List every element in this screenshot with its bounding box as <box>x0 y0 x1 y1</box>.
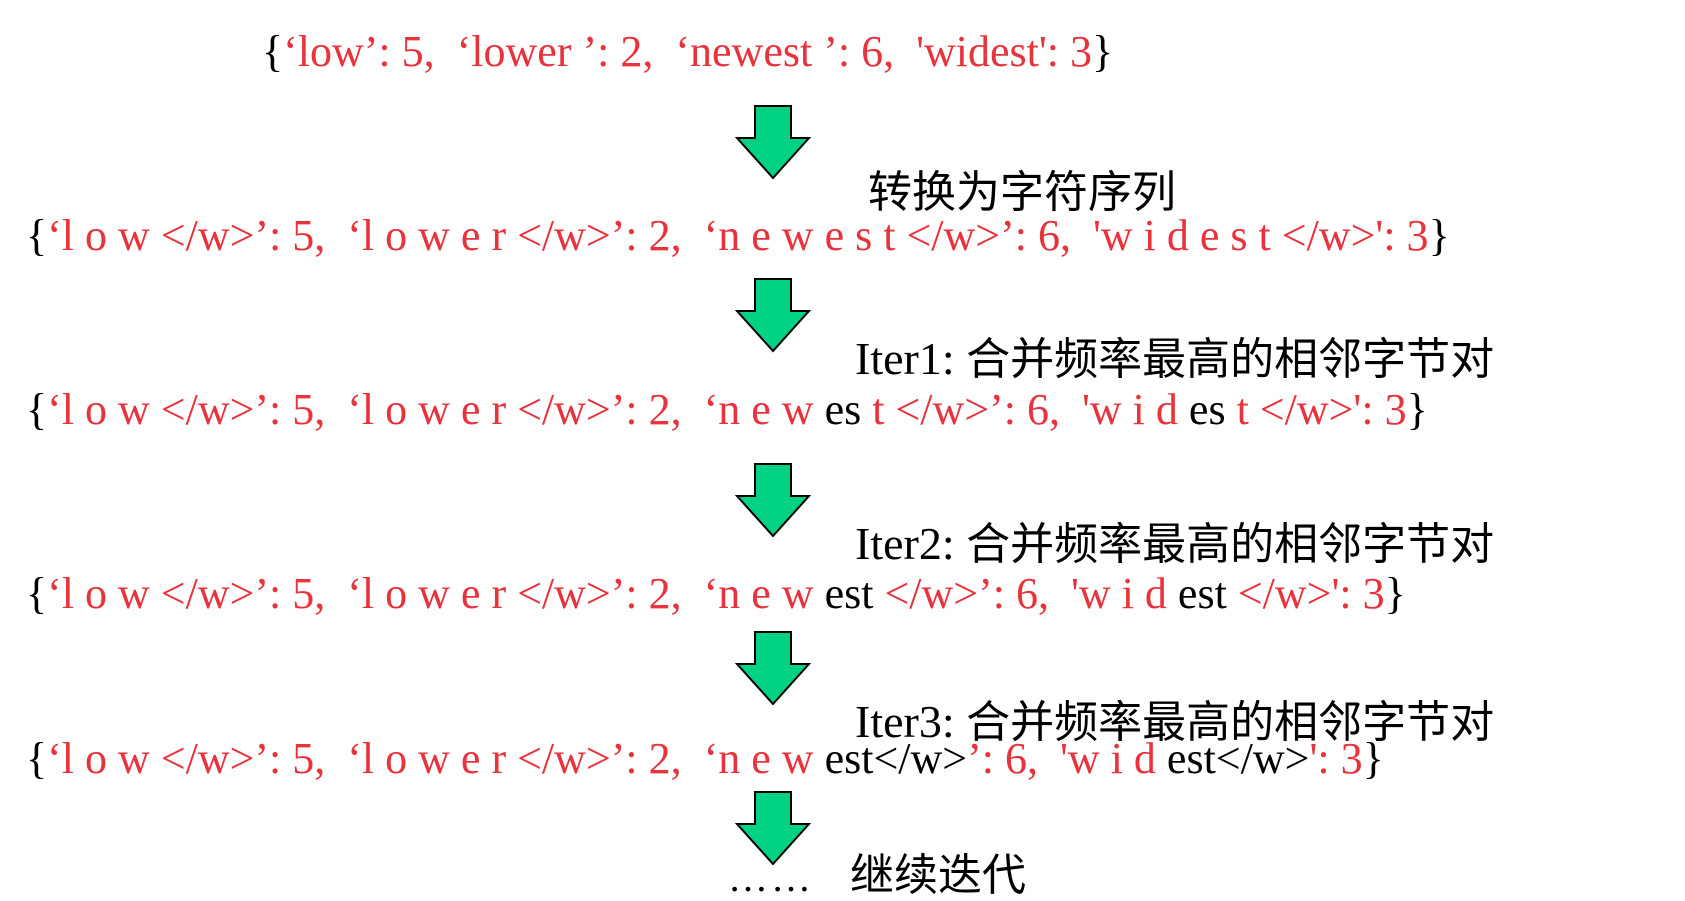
vocab-line-0: {‘low’: 5, ‘lower ’: 2, ‘newest ’: 6, 'w… <box>262 30 1113 74</box>
vocab-segment: ‘low’: 5, ‘lower ’: 2, ‘newest ’: 6, 'wi… <box>283 27 1093 76</box>
step-prefix: Iter3: <box>855 696 967 747</box>
vocab-segment: } <box>1406 385 1428 434</box>
vocab-segment: es <box>824 385 862 434</box>
step-prefix: Iter2: <box>855 518 967 569</box>
step-label-continue: 继续迭代 <box>827 806 1026 898</box>
step-text: 合并频率最高的相邻字节对 <box>966 334 1495 385</box>
vocab-line-3: {‘l o w </w>’: 5, ‘l o w e r </w>’: 2, ‘… <box>26 572 1406 616</box>
vocab-segment: } <box>1092 27 1114 76</box>
step-text: 合并频率最高的相邻字节对 <box>966 519 1495 570</box>
step-label-iter1: Iter1: 合并频率最高的相邻字节对 <box>832 290 1494 382</box>
vocab-segment: { <box>26 211 48 260</box>
vocab-segment: } <box>1428 211 1450 260</box>
step-text: 转换为字符序列 <box>868 167 1176 218</box>
down-arrow-icon <box>735 631 811 706</box>
down-arrow-icon <box>735 278 811 353</box>
vocab-segment: { <box>262 27 284 76</box>
vocab-segment: ‘l o w </w>’: 5, ‘l o w e r </w>’: 2, ‘n… <box>47 569 825 618</box>
vocab-segment: ‘l o w </w>’: 5, ‘l o w e r </w>’: 2, ‘n… <box>47 385 825 434</box>
vocab-segment: t </w>’: 6, 'w i d <box>861 385 1189 434</box>
vocab-segment: ‘l o w </w>’: 5, ‘l o w e r </w>’: 2, ‘n… <box>47 734 825 783</box>
ellipsis: …… <box>728 855 814 900</box>
vocab-segment: { <box>26 385 48 434</box>
vocab-segment: </w>’: 6, 'w i d <box>873 569 1178 618</box>
step-label-iter2: Iter2: 合并频率最高的相邻字节对 <box>832 475 1494 567</box>
down-arrow-icon <box>735 463 811 538</box>
step-text: 继续迭代 <box>850 850 1026 901</box>
vocab-segment: ‘l o w </w>’: 5, ‘l o w e r </w>’: 2, ‘n… <box>47 211 1429 260</box>
vocab-segment: { <box>26 734 48 783</box>
vocab-segment: t </w>': 3 <box>1225 385 1407 434</box>
step-prefix: Iter1: <box>855 333 967 384</box>
vocab-segment: est <box>824 569 874 618</box>
step-text: 合并频率最高的相邻字节对 <box>966 697 1495 748</box>
vocab-segment: es <box>1188 385 1226 434</box>
vocab-segment: </w>': 3 <box>1226 569 1385 618</box>
vocab-segment: } <box>1384 569 1406 618</box>
vocab-segment: { <box>26 569 48 618</box>
step-label-convert: 转换为字符序列 <box>845 123 1176 215</box>
down-arrow-icon <box>735 105 811 180</box>
vocab-line-2: {‘l o w </w>’: 5, ‘l o w e r </w>’: 2, ‘… <box>26 388 1428 432</box>
vocab-line-1: {‘l o w </w>’: 5, ‘l o w e r </w>’: 2, ‘… <box>26 214 1450 258</box>
vocab-segment: est <box>1177 569 1227 618</box>
step-label-iter3: Iter3: 合并频率最高的相邻字节对 <box>832 653 1494 745</box>
